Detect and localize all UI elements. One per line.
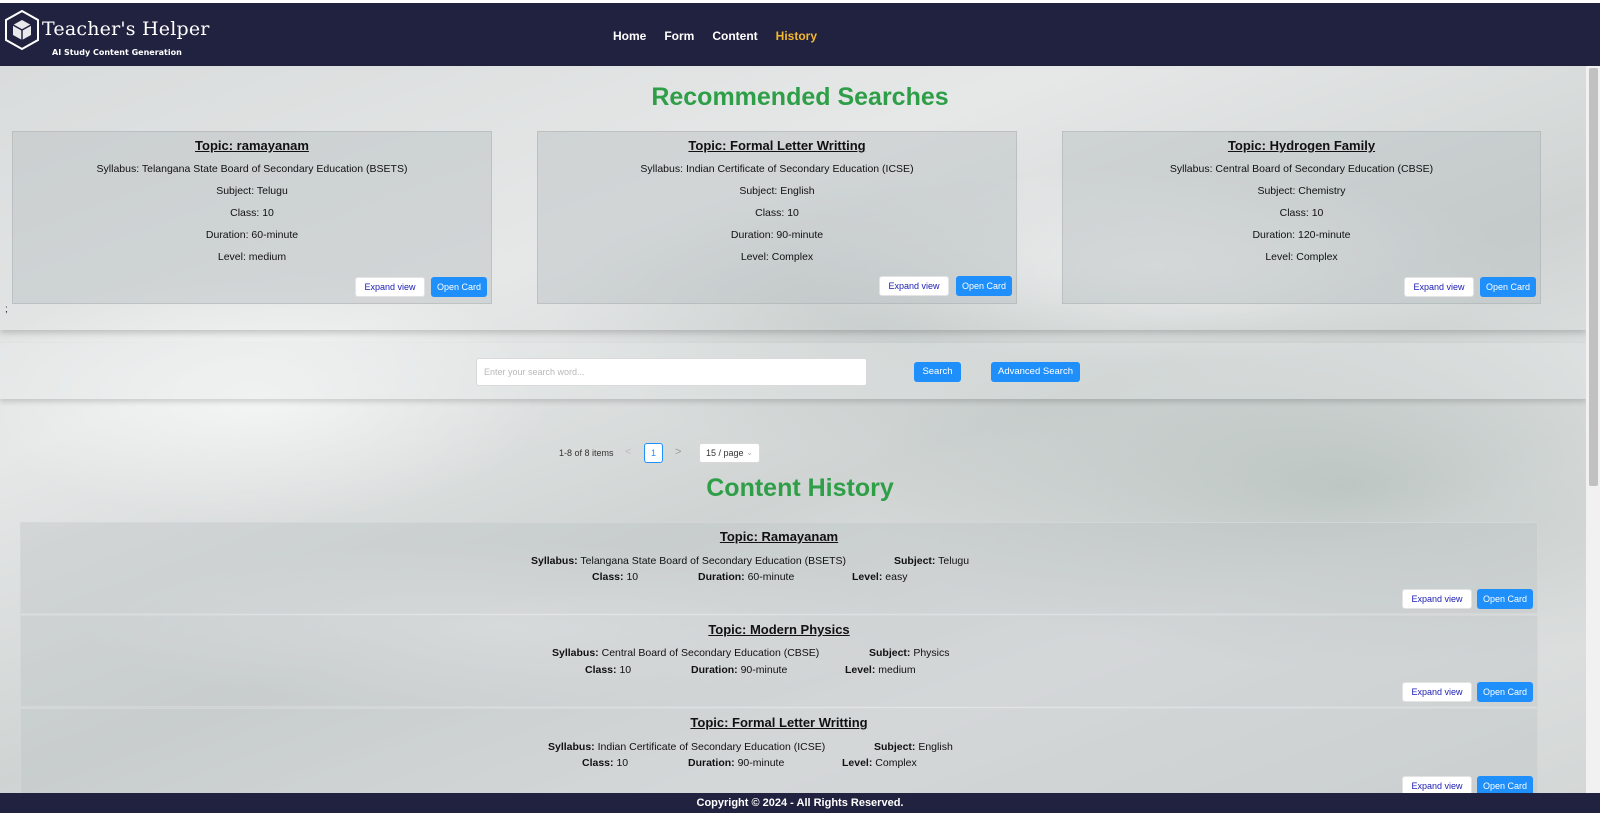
- card-duration: Duration: 60-minute: [698, 571, 795, 583]
- card-syllabus: Syllabus: Telangana State Board of Secon…: [531, 555, 846, 567]
- scrollbar-thumb[interactable]: [1589, 68, 1598, 486]
- history-title: Content History: [706, 474, 894, 502]
- stray-text: ;: [5, 304, 8, 315]
- next-page-icon[interactable]: >: [675, 446, 681, 458]
- prev-page-icon[interactable]: <: [625, 446, 631, 458]
- card-subject: Subject: Telugu: [894, 555, 970, 567]
- advanced-search-button[interactable]: Advanced Search: [991, 362, 1080, 382]
- nav-history[interactable]: History: [776, 29, 817, 43]
- recommended-card: Topic: ramayanam Syllabus: Telangana Sta…: [12, 131, 492, 304]
- card-level: Level: Complex: [1265, 251, 1338, 263]
- card-class: Class: 10: [1279, 207, 1324, 219]
- main-nav: Home Form Content History: [613, 29, 835, 43]
- pagination-total: 1-8 of 8 items: [559, 448, 614, 458]
- card-level: Level: easy: [852, 571, 908, 583]
- card-class: Class: 10: [230, 207, 274, 219]
- card-duration: Duration: 120-minute: [1252, 229, 1351, 241]
- card-duration: Duration: 90-minute: [688, 757, 785, 769]
- card-syllabus: Syllabus: Central Board of Secondary Edu…: [1169, 163, 1434, 175]
- card-subject: Subject: Chemistry: [1257, 185, 1346, 197]
- nav-home[interactable]: Home: [613, 29, 646, 43]
- recommended-card: Topic: Formal Letter Writting Syllabus: …: [537, 131, 1017, 304]
- history-card: Topic: Modern Physics Syllabus: Central …: [20, 615, 1538, 707]
- card-syllabus: Syllabus: Central Board of Secondary Edu…: [552, 647, 820, 659]
- expand-view-button[interactable]: Expand view: [879, 276, 949, 296]
- logo-title: Teacher's Helper: [42, 18, 210, 40]
- card-subject: Subject: Physics: [869, 647, 950, 659]
- page-scrollbar[interactable]: [1586, 66, 1600, 793]
- page-size-select[interactable]: 15 / page ⌄: [699, 443, 760, 463]
- expand-view-button[interactable]: Expand view: [355, 277, 425, 297]
- card-subject: Subject: English: [874, 741, 953, 753]
- card-subject: Subject: Telugu: [216, 185, 288, 197]
- page-size-value: 15 / page: [706, 448, 744, 458]
- card-level: Level: Complex: [842, 757, 917, 769]
- expand-view-button[interactable]: Expand view: [1402, 589, 1472, 609]
- nav-form[interactable]: Form: [664, 29, 694, 43]
- logo-subtitle: AI Study Content Generation: [52, 48, 182, 57]
- card-level: Level: medium: [217, 251, 287, 263]
- card-topic: Topic: Formal Letter Writting: [690, 715, 868, 730]
- card-topic: Topic: Formal Letter Writting: [688, 138, 866, 153]
- cube-logo-icon: [5, 9, 39, 51]
- expand-view-button[interactable]: Expand view: [1402, 682, 1472, 702]
- card-syllabus: Syllabus: Telangana State Board of Secon…: [96, 163, 408, 175]
- logo[interactable]: Teacher's Helper AI Study Content Genera…: [2, 7, 209, 59]
- search-button[interactable]: Search: [914, 362, 961, 382]
- open-card-button[interactable]: Open Card: [1477, 589, 1533, 609]
- card-level: Level: medium: [845, 664, 916, 676]
- top-navbar: Teacher's Helper AI Study Content Genera…: [0, 3, 1600, 66]
- card-duration: Duration: 90-minute: [691, 664, 788, 676]
- recommended-title: Recommended Searches: [651, 83, 949, 111]
- card-syllabus: Syllabus: Indian Certificate of Secondar…: [640, 163, 914, 175]
- card-class: Class: 10: [755, 207, 799, 219]
- card-topic: Topic: Modern Physics: [708, 622, 850, 637]
- card-level: Level: Complex: [740, 251, 814, 263]
- recommended-card: Topic: Hydrogen Family Syllabus: Central…: [1062, 131, 1541, 304]
- card-class: Class: 10: [592, 571, 639, 583]
- open-card-button[interactable]: Open Card: [956, 276, 1012, 296]
- card-topic: Topic: Hydrogen Family: [1227, 138, 1376, 153]
- open-card-button[interactable]: Open Card: [1480, 277, 1536, 297]
- open-card-button[interactable]: Open Card: [431, 277, 487, 297]
- nav-content[interactable]: Content: [712, 29, 757, 43]
- card-duration: Duration: 60-minute: [205, 229, 299, 241]
- search-input[interactable]: [476, 358, 867, 386]
- card-topic: Topic: ramayanam: [195, 138, 309, 153]
- card-subject: Subject: English: [739, 185, 815, 197]
- expand-view-button[interactable]: Expand view: [1404, 277, 1474, 297]
- card-duration: Duration: 90-minute: [730, 229, 824, 241]
- footer: Copyright © 2024 - All Rights Reserved.: [0, 793, 1600, 813]
- card-class: Class: 10: [582, 757, 629, 769]
- page-number[interactable]: 1: [644, 443, 663, 463]
- card-syllabus: Syllabus: Indian Certificate of Secondar…: [548, 741, 826, 753]
- chevron-down-icon: ⌄: [746, 448, 753, 457]
- open-card-button[interactable]: Open Card: [1477, 682, 1533, 702]
- history-card: Topic: Ramayanam Syllabus: Telangana Sta…: [20, 522, 1538, 614]
- history-card: Topic: Formal Letter Writting Syllabus: …: [20, 708, 1538, 800]
- card-topic: Topic: Ramayanam: [719, 529, 839, 544]
- card-class: Class: 10: [585, 664, 632, 676]
